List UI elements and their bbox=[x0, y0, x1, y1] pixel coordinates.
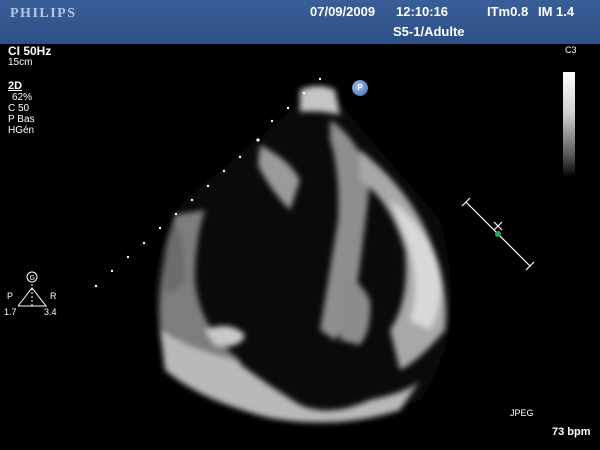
heart-rate: 73 bpm bbox=[552, 426, 591, 438]
orient-left-value: 1.7 bbox=[4, 307, 17, 317]
image-format: JPEG bbox=[510, 408, 534, 418]
ultrasound-sector bbox=[94, 77, 535, 423]
probe-orientation-marker: P bbox=[352, 80, 368, 96]
orient-right-value: 3.4 bbox=[44, 307, 57, 317]
orient-right-label: R bbox=[50, 291, 57, 301]
caliper-point bbox=[495, 231, 501, 237]
orient-left-label: P bbox=[7, 291, 14, 301]
orientation-indicator: G P R 1.7 3.4 bbox=[4, 270, 64, 320]
svg-text:G: G bbox=[30, 275, 35, 282]
